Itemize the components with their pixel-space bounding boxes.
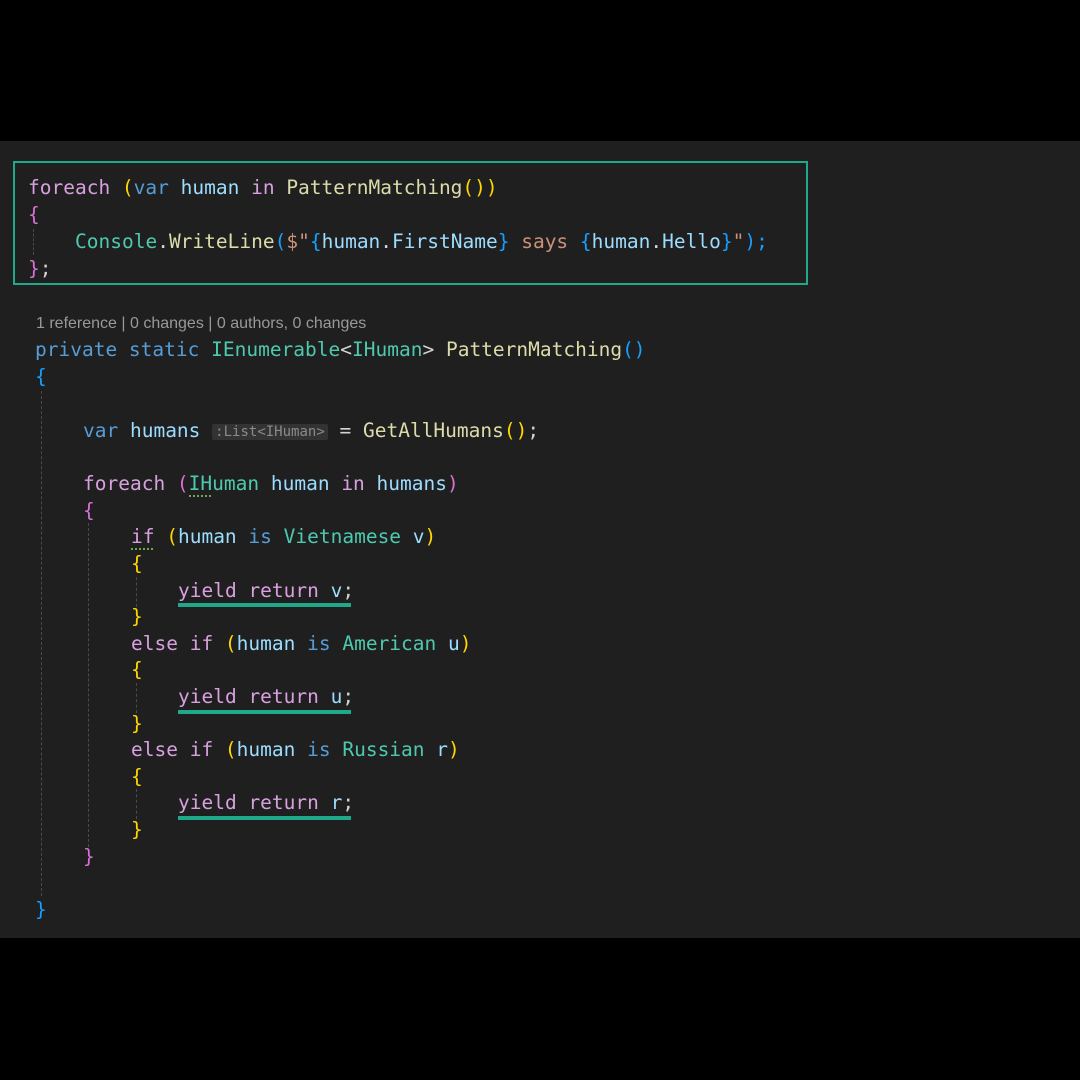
code-line-foreach-call: foreach (var human in PatternMatching()) — [28, 176, 498, 199]
yield-underline — [178, 816, 351, 820]
code-line-foreach: foreach (IHuman human in humans) — [83, 472, 459, 495]
code-line-if-vietnamese: if (human is Vietnamese v) — [131, 525, 437, 548]
code-line-if1-close: } — [131, 605, 143, 628]
code-line-method-signature: private static IEnumerable<IHuman> Patte… — [35, 338, 646, 361]
code-line-if3-open: { — [131, 765, 143, 788]
code-line-if1-open: { — [131, 552, 143, 575]
suggestion-dots — [189, 493, 211, 497]
code-line-var-humans: var humans :List<IHuman> = GetAllHumans(… — [83, 419, 540, 442]
indent-guide-foreach — [88, 523, 89, 847]
code-line-foreach-open: { — [83, 499, 95, 522]
code-line-if3-close: } — [131, 818, 143, 841]
inlay-type-hint: :List<IHuman> — [212, 424, 328, 440]
code-line-yield-v: yield return v; — [178, 579, 355, 602]
code-line-console-writeline: Console.WriteLine($"{human.FirstName} sa… — [75, 230, 768, 253]
code-line-if-russian: else if (human is Russian r) — [131, 738, 460, 761]
indent-guide-if2 — [136, 683, 137, 713]
code-line-if-american: else if (human is American u) — [131, 632, 472, 655]
code-line-yield-r: yield return r; — [178, 791, 355, 814]
code-editor[interactable]: foreach (var human in PatternMatching())… — [0, 141, 1080, 938]
indent-guide-method — [41, 391, 42, 896]
code-line-foreach-close: } — [83, 845, 95, 868]
code-line-if2-open: { — [131, 658, 143, 681]
code-line-open-brace: { — [28, 203, 40, 226]
code-line-method-open: { — [35, 365, 47, 388]
indent-guide — [33, 229, 34, 255]
codelens-references[interactable]: 1 reference | 0 changes | 0 authors, 0 c… — [36, 315, 366, 333]
code-line-if2-close: } — [131, 712, 143, 735]
yield-underline — [178, 603, 351, 607]
indent-guide-if3 — [136, 789, 137, 819]
yield-underline — [178, 710, 351, 714]
code-line-method-close: } — [35, 898, 47, 921]
code-line-close-brace: }; — [28, 257, 52, 280]
code-line-yield-u: yield return u; — [178, 685, 355, 708]
